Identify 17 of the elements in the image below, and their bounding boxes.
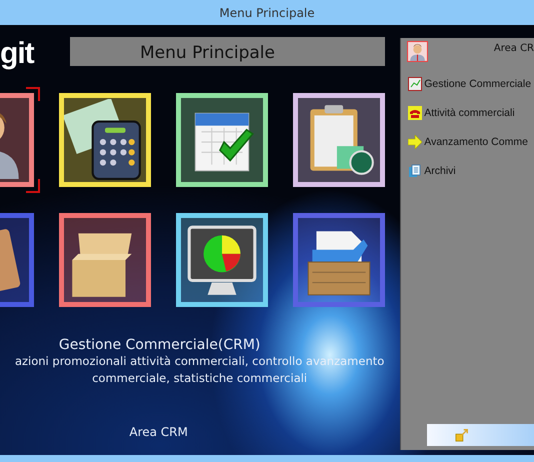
panel-menu-item[interactable]: Attività commerciali (401, 98, 534, 127)
panel-menu-item[interactable]: Gestione Commerciale (401, 69, 534, 98)
chart-icon (408, 76, 422, 90)
arrow-right-icon (408, 134, 422, 148)
window-title: Menu Principale (219, 6, 315, 20)
section-title: Gestione Commerciale(CRM) (58, 337, 260, 353)
area-label: Area CRM (129, 425, 188, 439)
panel-menu-item[interactable]: Archivi (401, 156, 534, 185)
header-title: Menu Principale (140, 42, 276, 65)
expand-arrow-icon (455, 428, 470, 442)
logo-text: git (0, 37, 36, 71)
document-icon (408, 164, 422, 178)
panel-title: Area CR (494, 43, 534, 56)
person-icon (407, 41, 428, 62)
section-description: commerciale, statistiche commerciali (92, 370, 308, 387)
panel-menu-item[interactable]: Avanzamento Comme (401, 127, 534, 156)
phone-icon (408, 106, 422, 120)
